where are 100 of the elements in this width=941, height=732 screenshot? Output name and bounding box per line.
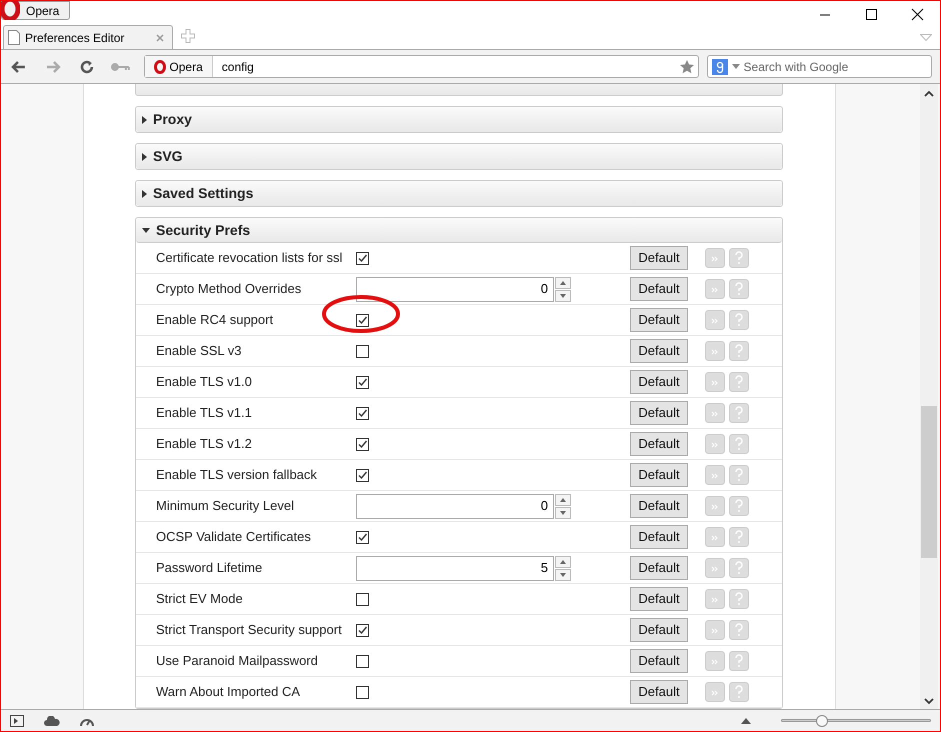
scroll-up-icon[interactable]: [924, 90, 934, 98]
pref-label: Enable TLS v1.0: [155, 373, 253, 392]
forward-arrows-icon[interactable]: [705, 372, 725, 392]
forward-arrows-icon[interactable]: [705, 558, 725, 578]
help-icon[interactable]: [729, 372, 749, 392]
default-button[interactable]: Default: [630, 401, 688, 425]
checkbox[interactable]: [356, 376, 369, 388]
checkbox[interactable]: [356, 314, 369, 326]
forward-arrows-icon[interactable]: [705, 589, 725, 609]
default-button[interactable]: Default: [630, 339, 688, 363]
number-field[interactable]: 5: [356, 556, 554, 580]
slider-thumb[interactable]: [816, 714, 828, 726]
scroll-down-icon[interactable]: [924, 697, 934, 705]
pref-label: OCSP Validate Certificates: [155, 528, 312, 546]
pref-label: Strict EV Mode: [155, 590, 244, 608]
section-header[interactable]: Security Prefs: [136, 218, 782, 243]
help-icon[interactable]: [729, 403, 749, 423]
checkbox[interactable]: [356, 252, 369, 264]
forward-arrows-icon[interactable]: [705, 620, 725, 640]
forward-arrows-icon[interactable]: [705, 248, 725, 268]
up-arrow-icon[interactable]: [741, 718, 751, 724]
default-button[interactable]: Default: [630, 494, 688, 518]
default-button[interactable]: Default: [630, 463, 688, 487]
pref-label: Certificate revocation lists for ssl: [155, 249, 344, 268]
pref-label: Enable SSL v3: [155, 342, 243, 360]
help-icon[interactable]: [729, 682, 749, 702]
default-button[interactable]: Default: [630, 370, 688, 394]
default-button[interactable]: Default: [630, 587, 688, 611]
pref-label: Crypto Method Overrides: [155, 280, 302, 298]
forward-arrows-icon[interactable]: [705, 496, 725, 516]
section-title: Saved Settings: [153, 184, 254, 203]
help-icon[interactable]: [729, 589, 749, 609]
star-icon[interactable]: [678, 58, 695, 74]
forward-arrows-icon[interactable]: [705, 465, 725, 485]
spinner-icon[interactable]: [555, 276, 571, 302]
checkbox[interactable]: [356, 686, 369, 698]
help-icon[interactable]: [729, 279, 749, 299]
caret-icon[interactable]: [732, 64, 740, 69]
forward-arrows-icon[interactable]: [705, 403, 725, 423]
forward-arrows-icon[interactable]: [705, 310, 725, 330]
default-button[interactable]: Default: [630, 246, 688, 270]
checkbox[interactable]: [356, 344, 369, 358]
default-button[interactable]: Default: [630, 432, 688, 456]
checkbox[interactable]: [356, 530, 369, 544]
pref-label: Strict Transport Security support: [155, 621, 343, 640]
new-tab-icon[interactable]: [181, 29, 195, 43]
forward-arrows-icon[interactable]: [705, 279, 725, 299]
default-button[interactable]: Default: [630, 277, 688, 301]
badge-label: Opera: [169, 58, 203, 76]
search-input[interactable]: Search with Google: [744, 58, 927, 76]
checkbox[interactable]: [356, 624, 369, 636]
checkbox[interactable]: [356, 406, 369, 420]
section-title: SVG: [153, 147, 183, 166]
default-button[interactable]: Default: [630, 525, 688, 549]
help-icon[interactable]: [729, 620, 749, 640]
help-icon[interactable]: [729, 434, 749, 454]
section-header[interactable]: Proxy: [136, 107, 782, 132]
scrollbar[interactable]: [920, 84, 938, 709]
pref-label: Password Lifetime: [155, 559, 264, 578]
forward-arrows-icon[interactable]: [705, 341, 725, 361]
help-icon[interactable]: [729, 527, 749, 547]
help-icon[interactable]: [729, 341, 749, 361]
panel-toggle-icon[interactable]: [10, 714, 24, 726]
tab-menu-icon[interactable]: [920, 34, 932, 41]
default-button[interactable]: Default: [630, 308, 688, 332]
help-icon[interactable]: [729, 651, 749, 671]
section-header[interactable]: SVG: [136, 144, 782, 169]
forward-arrows-icon[interactable]: [705, 651, 725, 671]
help-icon[interactable]: [729, 310, 749, 330]
opera-menu-button[interactable]: Opera: [1, 1, 70, 20]
checkbox[interactable]: [356, 468, 369, 482]
forward-arrows-icon[interactable]: [705, 682, 725, 702]
number-field[interactable]: 0: [356, 494, 554, 518]
cloud-icon[interactable]: [44, 716, 60, 726]
forward-arrows-icon[interactable]: [705, 527, 725, 547]
section-header[interactable]: Saved Settings: [136, 181, 782, 206]
checkbox[interactable]: [356, 654, 369, 668]
default-button[interactable]: Default: [630, 618, 688, 642]
spinner-icon[interactable]: [555, 556, 571, 580]
zoom-slider[interactable]: [781, 714, 931, 726]
scroll-thumb[interactable]: [921, 406, 937, 558]
address-bar[interactable]: Opera config: [144, 55, 699, 78]
help-icon[interactable]: [729, 496, 749, 516]
expanded-triangle-icon: [142, 228, 150, 232]
forward-arrows-icon[interactable]: [705, 434, 725, 454]
pref-label: Minimum Security Level: [155, 497, 295, 516]
browser-tab[interactable]: Preferences Editor: [3, 25, 173, 49]
default-button[interactable]: Default: [630, 680, 688, 704]
search-field[interactable]: Search with Google: [706, 55, 932, 78]
default-button[interactable]: Default: [630, 556, 688, 580]
checkbox[interactable]: [356, 438, 369, 450]
help-icon[interactable]: [729, 558, 749, 578]
search-engine-icon[interactable]: [712, 58, 728, 74]
help-icon[interactable]: [729, 465, 749, 485]
default-button[interactable]: Default: [630, 649, 688, 673]
collapsed-triangle-icon: [142, 190, 147, 198]
spinner-icon[interactable]: [555, 494, 571, 518]
help-icon[interactable]: [729, 248, 749, 268]
number-field[interactable]: 0: [356, 276, 554, 302]
checkbox[interactable]: [356, 592, 369, 606]
